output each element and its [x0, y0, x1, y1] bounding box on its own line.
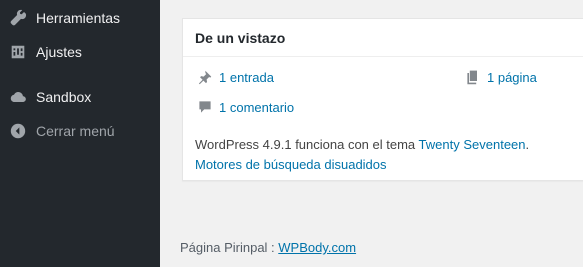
sidebar-item-ajustes[interactable]: Ajustes [0, 35, 160, 69]
comments-count-text[interactable]: 1 comentario [219, 100, 294, 115]
cloud-icon [0, 80, 36, 114]
widget-title: De un vistazo [183, 19, 583, 57]
version-text: WordPress 4.9.1 funciona con el tema [195, 137, 419, 152]
posts-count-link[interactable]: 1 entrada [195, 67, 274, 87]
sliders-icon [0, 35, 36, 69]
footer-link[interactable]: WPBody.com [278, 240, 356, 255]
pages-count-text[interactable]: 1 página [487, 70, 537, 85]
sidebar-item-herramientas[interactable]: Herramientas [0, 1, 160, 35]
sidebar-item-label: Cerrar menú [36, 123, 115, 139]
at-a-glance-widget: De un vistazo 1 entrada 1 página 1 comen… [182, 18, 583, 181]
footer-prefix: Página Pirinpal : [180, 240, 279, 255]
collapse-menu-button[interactable]: Cerrar menú [0, 114, 160, 148]
version-suffix: . [525, 137, 530, 152]
search-engines-link[interactable]: Motores de búsqueda disuadidos [195, 157, 387, 172]
posts-count-text[interactable]: 1 entrada [219, 70, 274, 85]
pin-icon [195, 67, 215, 87]
wrench-icon [0, 1, 36, 35]
main-content: De un vistazo 1 entrada 1 página 1 comen… [160, 0, 583, 267]
pages-icon [463, 67, 483, 87]
sidebar-item-label: Sandbox [36, 89, 92, 105]
theme-link[interactable]: Twenty Seventeen [419, 137, 526, 152]
sidebar-item-label: Herramientas [36, 10, 121, 26]
comments-count-link[interactable]: 1 comentario [195, 97, 294, 117]
comment-icon [195, 97, 215, 117]
footer: Página Pirinpal : WPBody.com [180, 240, 356, 255]
pages-count-link[interactable]: 1 página [463, 67, 537, 87]
version-info: WordPress 4.9.1 funciona con el tema Twe… [195, 135, 529, 175]
sidebar-item-label: Ajustes [36, 44, 82, 60]
sidebar-item-sandbox[interactable]: Sandbox [0, 80, 160, 114]
collapse-arrow-icon [0, 114, 36, 148]
admin-sidebar: Herramientas Ajustes Sandbox Cerrar menú [0, 0, 160, 267]
